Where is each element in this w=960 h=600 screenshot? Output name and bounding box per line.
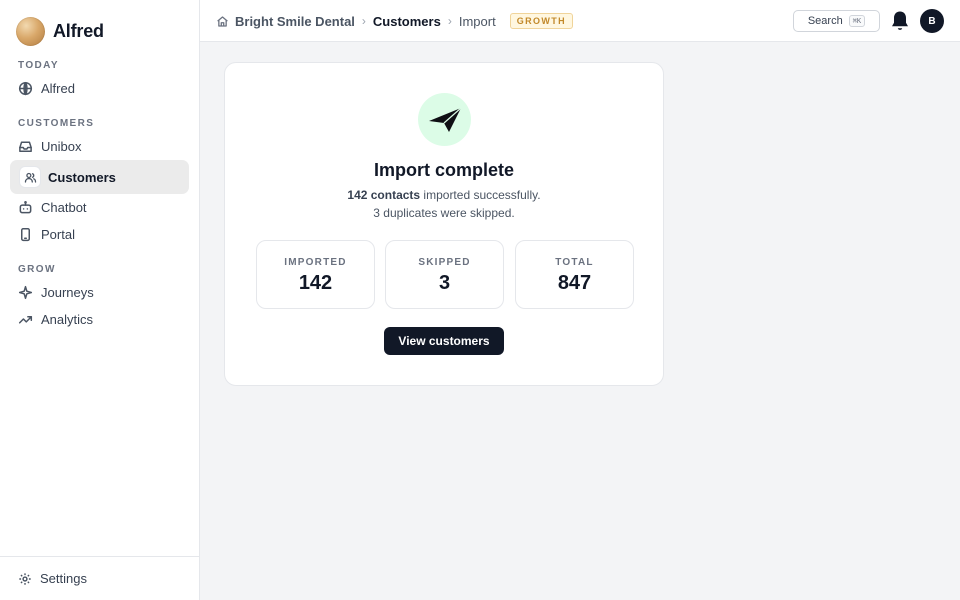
sidebar-item-label: Portal <box>41 227 75 242</box>
duplicates-note: 3 duplicates were skipped. <box>373 206 515 220</box>
trend-icon <box>18 316 33 324</box>
inbox-icon <box>19 141 32 152</box>
brand[interactable]: Alfred <box>16 17 104 46</box>
import-result-card: Import complete 142 contacts imported su… <box>224 62 664 386</box>
chevron-right-icon: › <box>361 14 366 28</box>
bot-icon <box>19 201 32 214</box>
stat-label: TOTAL <box>555 257 594 268</box>
imported-rest-text: imported successfully. <box>420 188 541 202</box>
gear-icon <box>19 572 31 585</box>
brand-logo-icon <box>16 17 45 46</box>
top-header: Bright Smile Dental › Customers › Import… <box>200 0 960 42</box>
section-label-customers: CUSTOMERS <box>18 118 95 129</box>
search-button[interactable]: Search ⌘K <box>793 10 880 32</box>
settings-link[interactable]: Settings <box>18 571 87 586</box>
sidebar-item-unibox[interactable]: Unibox <box>10 133 189 160</box>
import-summary: 142 contacts imported successfully. <box>225 188 663 202</box>
imported-count-text: 142 contacts <box>347 188 421 202</box>
settings-label: Settings <box>40 571 87 586</box>
plan-badge: GROWTH <box>509 13 574 29</box>
breadcrumb-import: Import <box>458 13 496 29</box>
import-title: Import complete <box>373 160 515 180</box>
brand-name: Alfred <box>53 21 104 41</box>
sidebar-item-label: Analytics <box>41 312 94 327</box>
search-shortcut: ⌘K <box>848 15 866 27</box>
stat-value: 847 <box>557 272 592 294</box>
sidebar-item-label: Unibox <box>41 139 82 154</box>
sparkle-icon <box>18 285 33 300</box>
stat-total: TOTAL 847 <box>515 240 634 309</box>
section-label-today: TODAY <box>18 60 59 71</box>
stat-value: 3 <box>438 272 451 294</box>
sidebar-item-label: Chatbot <box>41 200 87 215</box>
sidebar-item-label: Alfred <box>41 81 75 96</box>
sidebar-item-alfred[interactable]: Alfred <box>10 75 189 102</box>
success-circle <box>418 93 471 146</box>
stat-label: SKIPPED <box>418 257 471 268</box>
user-avatar[interactable]: B <box>920 9 944 33</box>
phone-icon <box>21 227 30 242</box>
stat-value: 142 <box>298 272 333 294</box>
sidebar-item-analytics[interactable]: Analytics <box>10 306 189 333</box>
sidebar-item-chatbot[interactable]: Chatbot <box>10 194 189 221</box>
send-check-icon <box>428 107 461 132</box>
section-label-grow: GROW <box>18 264 56 275</box>
stat-skipped: SKIPPED 3 <box>385 240 504 309</box>
chevron-right-icon: › <box>447 14 452 28</box>
sidebar-item-label: Customers <box>48 169 116 185</box>
users-icon <box>20 167 40 187</box>
sidebar-footer: Settings <box>0 556 199 600</box>
sidebar: Alfred TODAY Alfred CUSTOMERS Unibox Cus… <box>0 0 200 600</box>
stat-imported: IMPORTED 142 <box>256 240 375 309</box>
breadcrumb: Bright Smile Dental › Customers › Import… <box>216 13 574 29</box>
breadcrumb-org[interactable]: Bright Smile Dental <box>235 14 355 29</box>
sidebar-item-label: Journeys <box>41 285 94 300</box>
sidebar-item-customers[interactable]: Customers <box>10 160 189 194</box>
stat-label: IMPORTED <box>284 257 347 268</box>
sidebar-item-portal[interactable]: Portal <box>10 221 189 248</box>
home-icon <box>217 15 228 27</box>
globe-icon <box>18 81 33 96</box>
breadcrumb-customers[interactable]: Customers <box>373 14 441 29</box>
search-label: Search <box>807 15 843 27</box>
sidebar-item-journeys[interactable]: Journeys <box>10 279 189 306</box>
view-customers-button[interactable]: View customers <box>384 327 504 355</box>
bell-icon[interactable] <box>889 9 911 33</box>
